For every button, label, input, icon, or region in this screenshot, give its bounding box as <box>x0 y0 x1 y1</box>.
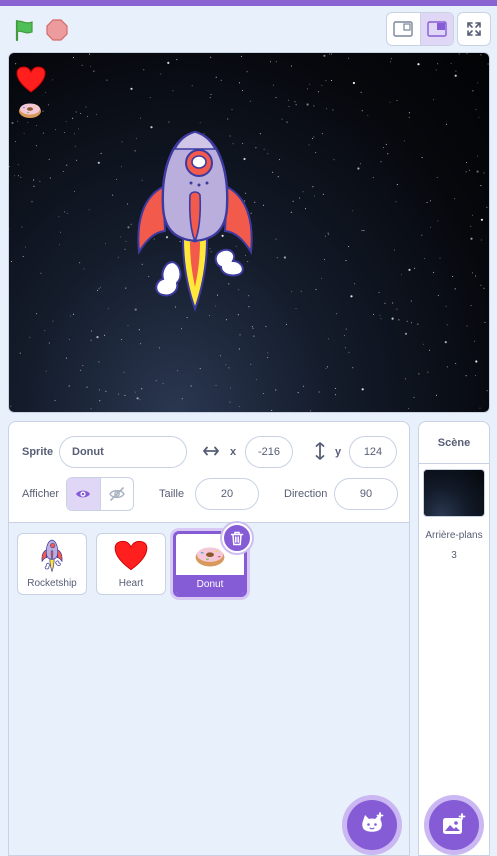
sprite-tile-heart[interactable]: Heart <box>96 533 166 595</box>
normal-stage-layout-icon[interactable] <box>419 13 453 45</box>
direction-label: Direction <box>284 488 328 500</box>
direction-input[interactable]: 90 <box>334 478 398 510</box>
x-position-input[interactable]: -216 <box>245 436 293 468</box>
eye-icon[interactable] <box>67 478 100 510</box>
size-label: Taille <box>159 488 185 500</box>
trash-icon <box>230 531 244 545</box>
rocketship-thumbnail <box>18 538 86 574</box>
sprite-tile-label: Heart <box>118 578 144 589</box>
horizontal-arrow-icon <box>202 444 220 458</box>
stage-target-panel[interactable]: Scène Arrière-plans 3 <box>418 421 490 856</box>
y-position-input[interactable]: 124 <box>349 436 397 468</box>
y-label: y <box>335 446 342 458</box>
donut-sprite[interactable] <box>17 101 43 124</box>
show-label: Afficher <box>22 488 60 500</box>
delete-sprite-button[interactable] <box>222 523 252 553</box>
choose-backdrop-button[interactable] <box>429 800 479 850</box>
green-flag-icon[interactable] <box>10 16 38 44</box>
sprite-name-value: Donut <box>72 446 104 458</box>
heart-thumbnail <box>97 538 165 574</box>
small-stage-layout-icon[interactable] <box>387 13 420 45</box>
sprite-name-input[interactable]: Donut <box>59 436 187 468</box>
sprite-list-pane: Rocketship Heart Donut <box>8 523 410 856</box>
rocketship-sprite[interactable] <box>133 127 257 322</box>
x-label: x <box>230 446 237 458</box>
choose-sprite-button[interactable] <box>347 800 397 850</box>
fullscreen-icon[interactable] <box>457 12 491 46</box>
size-input[interactable]: 20 <box>195 478 259 510</box>
y-value: 124 <box>363 446 383 458</box>
sprite-tile-rocketship[interactable]: Rocketship <box>17 533 87 595</box>
stop-sign-icon[interactable] <box>43 16 71 44</box>
size-value: 20 <box>220 488 234 500</box>
backdrops-count: 3 <box>451 550 457 561</box>
backdrop-thumbnail[interactable] <box>423 469 485 517</box>
show-toggle <box>66 477 134 511</box>
stage-size-toggle <box>386 12 454 46</box>
eye-hidden-icon[interactable] <box>99 478 133 510</box>
menu-bar-strip <box>0 0 497 6</box>
direction-value: 90 <box>359 488 373 500</box>
sprite-tile-label: Rocketship <box>27 578 77 589</box>
vertical-arrow-icon <box>313 441 327 461</box>
backdrops-label: Arrière-plans <box>425 530 483 541</box>
sprite-tile-label: Donut <box>176 575 244 594</box>
stage-canvas[interactable] <box>8 52 490 413</box>
stage-panel-title: Scène <box>419 422 489 464</box>
sprite-info-panel: Sprite Donut x -216 y 124 Afficher Taill… <box>8 421 410 523</box>
sprite-label: Sprite <box>22 446 54 458</box>
heart-sprite[interactable] <box>16 66 46 99</box>
image-plus-icon <box>443 813 466 834</box>
cat-plus-icon <box>362 812 384 832</box>
x-value: -216 <box>257 446 281 458</box>
